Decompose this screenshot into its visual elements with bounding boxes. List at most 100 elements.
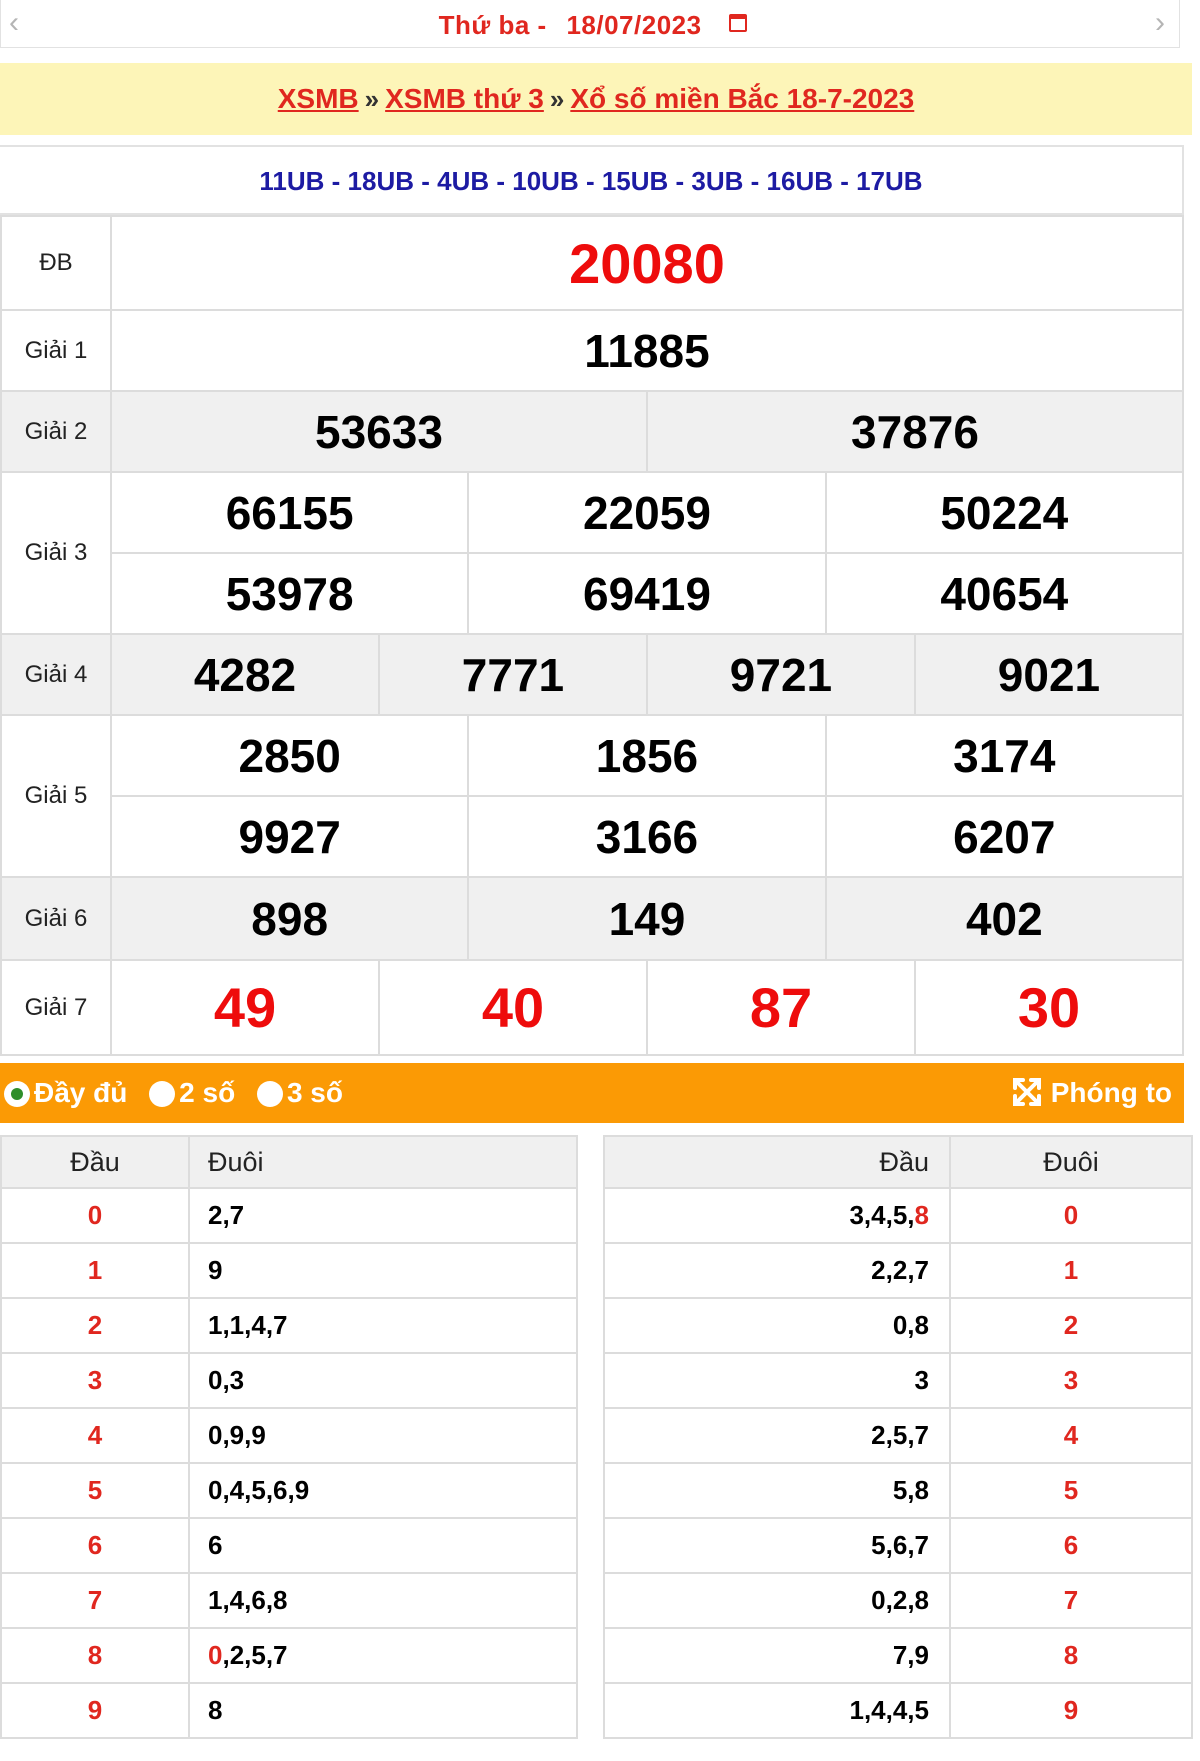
table-row: 2 1,1,4,7 [0, 1297, 578, 1354]
weekday-label: Thứ ba - [438, 10, 547, 40]
display-options-bar: Đầy đủ 2 số 3 số Phóng to [0, 1063, 1184, 1123]
prize-number: 50224 [824, 471, 1185, 554]
tail-digit: 9 [949, 1682, 1193, 1739]
prize-number: 40654 [824, 552, 1185, 635]
table-row: 19 [0, 1242, 578, 1299]
calendar-icon[interactable] [729, 14, 748, 32]
tail-digit: 2 [949, 1297, 1193, 1354]
prize-label: Giải 2 [0, 390, 112, 473]
prize-row-g3b: 53978 69419 40654 [1, 552, 1185, 635]
prize-number: 9021 [913, 633, 1185, 716]
table-row: 5,6,7 6 [603, 1517, 1193, 1574]
prize-number: 2850 [109, 714, 470, 797]
column-header-duoi: Đuôi [188, 1135, 578, 1189]
head-digits-rest: 3,4,5, [849, 1200, 915, 1230]
date-display[interactable]: Thứ ba - 18/07/2023 [1, 10, 1179, 41]
column-header-dau: Đầu [603, 1135, 951, 1189]
option-two-label: 2 số [179, 1077, 236, 1108]
tail-digits: 1,1,4,7 [188, 1297, 578, 1354]
prize-number: 1856 [467, 714, 827, 797]
prize-number: 898 [109, 876, 470, 961]
tail-digit: 1 [949, 1242, 1193, 1299]
option-full[interactable]: Đầy đủ [4, 1077, 127, 1108]
head-digit: 2 [0, 1297, 190, 1354]
tail-digits: 2,7 [188, 1187, 578, 1244]
head-digits: 5,6,7 [603, 1517, 951, 1574]
table-row: 2,2,7 1 [603, 1242, 1193, 1299]
loto-head-table: Đầu Đuôi 0 2,7 19 2 1,1,4,7 3 0,3 4 0,9,9 50… [0, 1135, 578, 1739]
head-digits: 3,4,5,8 [603, 1187, 951, 1244]
table-row: 2,5,7 4 [603, 1407, 1193, 1464]
date-label: 18/07/2023 [566, 10, 702, 40]
option-two-digits[interactable]: 2 số [149, 1077, 235, 1108]
tail-digit: 3 [949, 1352, 1193, 1409]
prize-row-g7: Giải 7 49 40 87 30 [0, 959, 1185, 1056]
zoom-label: Phóng to [1050, 1077, 1172, 1108]
prize-number: 9927 [109, 795, 470, 878]
head-digits: 2,2,7 [603, 1242, 951, 1299]
breadcrumb-link-xsmb[interactable]: XSMB [278, 83, 359, 114]
breadcrumb: XSMB» XSMB thứ 3» Xổ số miền Bắc 18-7-2023 [0, 63, 1192, 135]
prize-number: 149 [467, 876, 827, 961]
prize-label: Giải 7 [0, 959, 112, 1056]
head-digits: 0,2,8 [603, 1572, 951, 1629]
radio-icon[interactable] [149, 1081, 176, 1107]
prize-number: 87 [645, 959, 916, 1056]
prize-row-g5b: 9927 3166 6207 [1, 795, 1185, 878]
prize-number: 9721 [645, 633, 916, 716]
table-row: 3 0,3 [0, 1352, 578, 1409]
prize-number: 53978 [109, 552, 470, 635]
prize-number: 3174 [824, 714, 1185, 797]
tail-digits: 0,2,5,7 [188, 1627, 578, 1684]
prize-row-g2: Giải 2 53633 37876 [0, 390, 1185, 473]
chevron-right-icon[interactable]: › [1155, 8, 1165, 38]
zoom-button[interactable]: Phóng to [1011, 1063, 1172, 1123]
head-digit: 9 [0, 1682, 190, 1739]
tail-digits: 0,3 [188, 1352, 578, 1409]
option-three-digits[interactable]: 3 số [256, 1077, 343, 1108]
prize-row-g4: Giải 4 4282 7771 9721 9021 [0, 633, 1185, 716]
table-row: 1,4,4,5 9 [603, 1682, 1193, 1739]
radio-checked-icon[interactable] [4, 1081, 30, 1107]
table-row: 0,2,8 7 [603, 1572, 1193, 1629]
head-digit: 0 [0, 1187, 190, 1244]
prize-number: 402 [824, 876, 1185, 961]
prize-label: Giải 3 [0, 471, 112, 635]
prize-number: 49 [110, 959, 380, 1056]
loto-header-row: Đầu Đuôi [603, 1135, 1193, 1189]
breadcrumb-separator: » [364, 84, 380, 114]
prize-number: 22059 [467, 471, 827, 554]
tail-digits: 9 [188, 1242, 578, 1299]
prize-number: 6207 [824, 795, 1185, 878]
radio-icon[interactable] [256, 1081, 283, 1107]
head-digit: 4 [0, 1407, 190, 1464]
prize-number: 40 [377, 959, 648, 1056]
prize-row-db: ĐB 20080 [0, 215, 1184, 311]
table-row: 0,8 2 [603, 1297, 1193, 1354]
breadcrumb-separator: » [549, 84, 565, 114]
table-row: 7,9 8 [603, 1627, 1193, 1684]
loto-tail-table: Đầu Đuôi 3,4,5,8 0 2,2,7 1 0,8 2 33 2,5,7 4 … [603, 1135, 1193, 1739]
option-three-label: 3 số [286, 1077, 343, 1108]
tail-digits: 1,4,6,8 [188, 1572, 578, 1629]
tail-digit: 6 [949, 1517, 1193, 1574]
breadcrumb-link-xsmb-thu-3[interactable]: XSMB thứ 3 [385, 83, 544, 114]
table-row: 0 2,7 [0, 1187, 578, 1244]
table-row: 5,8 5 [603, 1462, 1193, 1519]
tail-digit: 5 [949, 1462, 1193, 1519]
table-row: 33 [603, 1352, 1193, 1409]
prize-number: 53633 [110, 390, 648, 473]
prize-number: 30 [913, 959, 1185, 1056]
breadcrumb-link-current-date[interactable]: Xổ số miền Bắc 18-7-2023 [570, 83, 914, 114]
head-digits: 2,5,7 [603, 1407, 951, 1464]
head-digit: 7 [0, 1572, 190, 1629]
prize-label: Giải 5 [0, 714, 112, 878]
tail-digits: 0,9,9 [188, 1407, 578, 1464]
special-head-digit: 8 [914, 1200, 929, 1230]
tail-digits: 0,4,5,6,9 [188, 1462, 578, 1519]
head-digits: 1,4,4,5 [603, 1682, 951, 1739]
head-digits: 7,9 [603, 1627, 951, 1684]
prize-row-g1: Giải 1 11885 [0, 309, 1184, 392]
prize-label: Giải 6 [0, 876, 112, 961]
prize-label: ĐB [0, 215, 112, 311]
